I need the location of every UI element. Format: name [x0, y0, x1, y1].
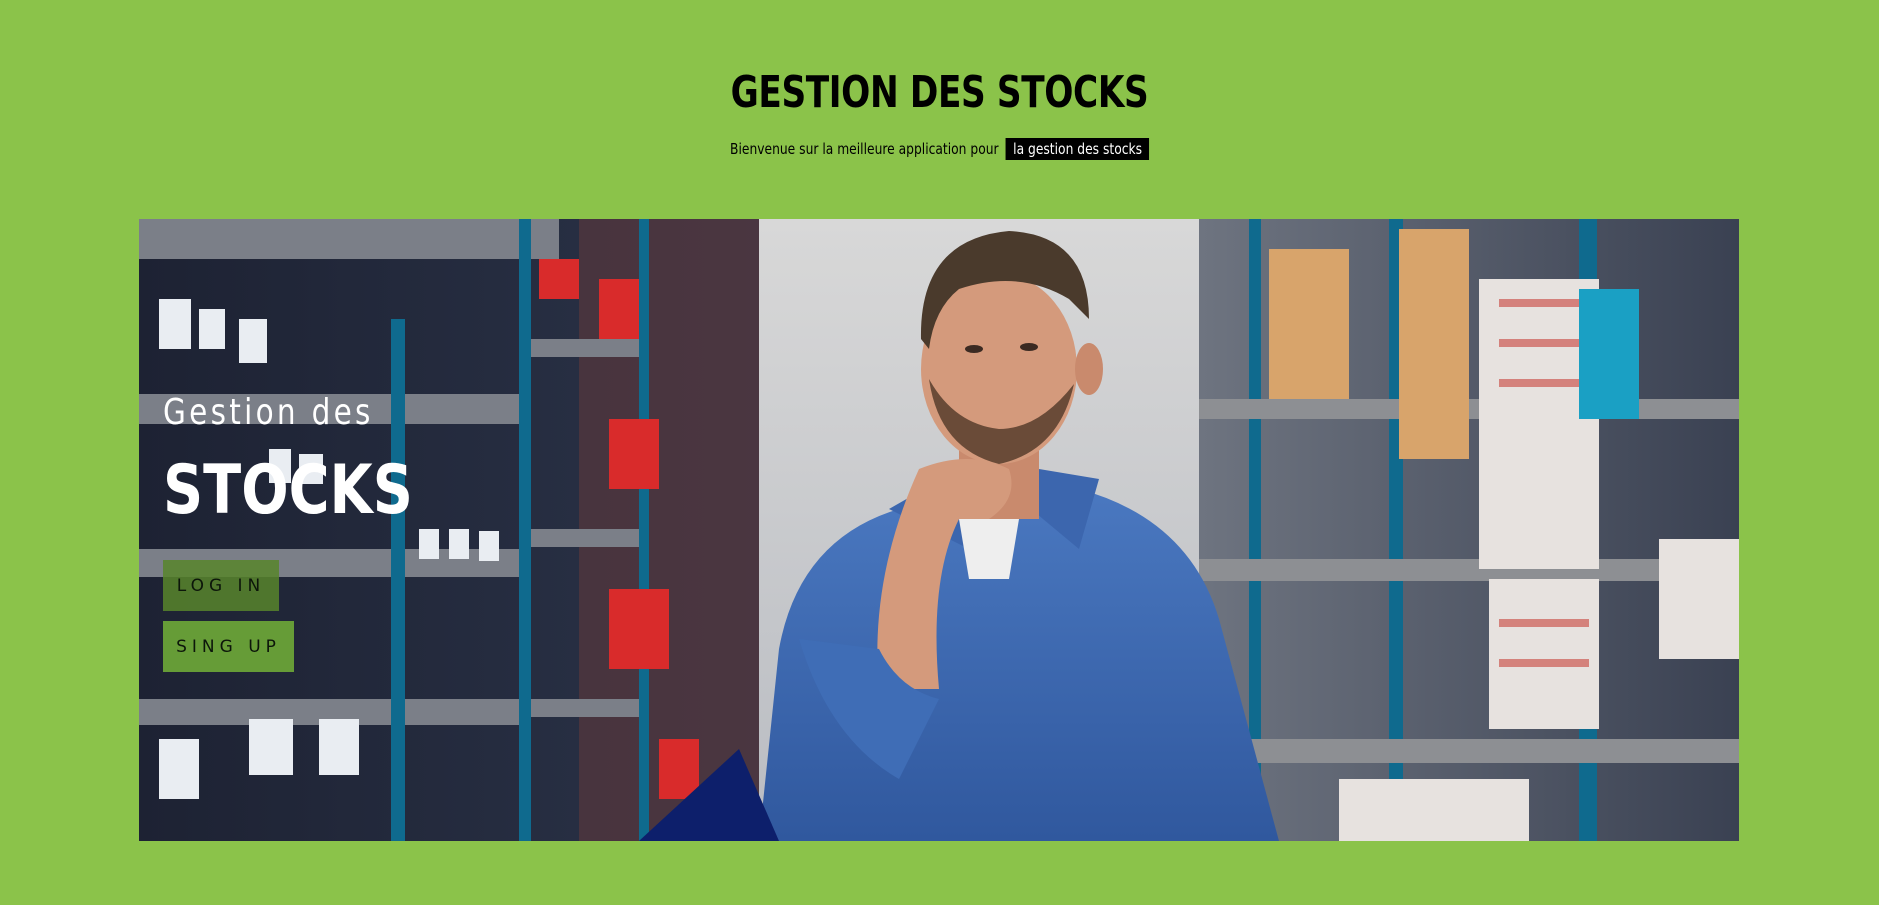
hero-text: Gestion des STOCKS: [163, 389, 468, 531]
hero-banner: Gestion des STOCKS LOG IN SING UP: [139, 219, 1739, 841]
page-title: GESTION DES STOCKS: [730, 67, 1149, 118]
hero-kicker: Gestion des: [163, 392, 374, 433]
signup-button[interactable]: SING UP: [163, 621, 294, 672]
login-button[interactable]: LOG IN: [163, 560, 279, 611]
page-subtitle: Bienvenue sur la meilleure application p…: [0, 137, 1879, 161]
hero-heading: STOCKS: [163, 451, 413, 530]
subtitle-highlight: la gestion des stocks: [1005, 138, 1150, 160]
subtitle-text: Bienvenue sur la meilleure application p…: [729, 140, 999, 158]
